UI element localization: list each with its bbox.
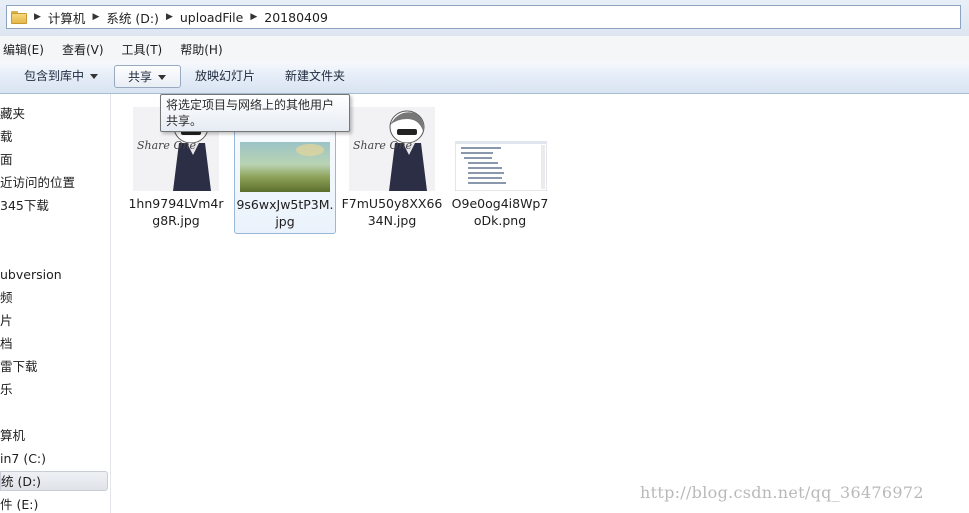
menu-tools[interactable]: 工具(T): [122, 41, 163, 58]
watermark-text: http://blog.csdn.net/qq_36476972: [640, 483, 924, 502]
chevron-down-icon: [158, 75, 167, 80]
nav-item-computer[interactable]: 算机: [0, 426, 25, 446]
nav-item-favorites[interactable]: 藏夹: [0, 104, 25, 124]
menu-bar: 编辑(E) 查看(V) 工具(T) 帮助(H): [0, 36, 969, 63]
include-in-library-label: 包含到库中: [24, 69, 85, 83]
nav-item-2345-downloads[interactable]: 345下载: [0, 196, 49, 216]
folder-icon: [11, 10, 27, 24]
file-name: O9e0og4i8Wp7oDk.png: [451, 196, 549, 228]
command-bar: 包含到库中 共享 放映幻灯片 新建文件夹: [0, 62, 969, 94]
thumb-text: Share One: [353, 139, 413, 152]
breadcrumb-uploadfile[interactable]: uploadFile: [180, 10, 244, 25]
nav-item-drive-d[interactable]: 统 (D:): [0, 471, 108, 491]
nav-item-desktop[interactable]: 面: [0, 150, 13, 170]
breadcrumb-20180409[interactable]: 20180409: [264, 10, 328, 25]
image-thumbnail: [455, 141, 547, 191]
menu-view[interactable]: 查看(V): [62, 41, 104, 58]
file-name: 9s6wxJw5tP3M.jpg: [236, 197, 334, 229]
nav-item-drive-e[interactable]: 件 (E:): [0, 495, 38, 513]
nav-item-downloads[interactable]: 载: [0, 127, 13, 147]
image-thumbnail: Share One: [349, 107, 435, 191]
chevron-down-icon: [90, 74, 99, 79]
address-bar-area: ▶ 计算机 ▶ 系统 (D:) ▶ uploadFile ▶ 20180409: [0, 0, 969, 36]
nav-item-documents[interactable]: 档: [0, 334, 13, 354]
chevron-right-icon[interactable]: ▶: [92, 12, 99, 22]
file-list-view[interactable]: Share One 1hn9794LVm4rg8R.jpg 9s6wxJw5tP…: [111, 94, 969, 513]
include-in-library-button[interactable]: 包含到库中: [18, 65, 104, 88]
nav-item-pictures[interactable]: 片: [0, 311, 13, 331]
breadcrumb-computer[interactable]: 计算机: [48, 8, 86, 27]
menu-edit[interactable]: 编辑(E): [3, 41, 44, 58]
breadcrumb-drive-d[interactable]: 系统 (D:): [106, 8, 159, 27]
nav-item-thunder-downloads[interactable]: 雷下载: [0, 357, 38, 377]
nav-item-music[interactable]: 乐: [0, 380, 13, 400]
thumb-text: Share One: [137, 139, 197, 152]
menu-help[interactable]: 帮助(H): [180, 41, 222, 58]
chevron-right-icon[interactable]: ▶: [34, 12, 41, 22]
nav-item-videos[interactable]: 频: [0, 288, 13, 308]
file-name: 1hn9794LVm4rg8R.jpg: [128, 196, 224, 228]
file-name: F7mU50y8XX6634N.jpg: [341, 196, 443, 228]
new-folder-button[interactable]: 新建文件夹: [279, 65, 351, 88]
file-item[interactable]: Share One F7mU50y8XX6634N.jpg: [341, 99, 443, 233]
share-button[interactable]: 共享: [114, 65, 181, 88]
nav-item-recent-places[interactable]: 近访问的位置: [0, 173, 75, 193]
chevron-right-icon[interactable]: ▶: [250, 12, 257, 22]
chevron-right-icon[interactable]: ▶: [166, 12, 173, 22]
share-tooltip: 将选定项目与网络上的其他用户共享。: [160, 94, 350, 132]
address-bar[interactable]: ▶ 计算机 ▶ 系统 (D:) ▶ uploadFile ▶ 20180409: [6, 5, 961, 29]
nav-item-subversion[interactable]: ubversion: [0, 265, 62, 285]
share-label: 共享: [128, 70, 153, 84]
image-thumbnail: [240, 142, 330, 192]
slideshow-button[interactable]: 放映幻灯片: [189, 65, 261, 88]
nav-item-drive-c[interactable]: in7 (C:): [0, 449, 46, 469]
navigation-pane: 藏夹 载 面 近访问的位置 345下载 ubversion 频 片 档 雷下载 …: [0, 94, 111, 513]
file-item[interactable]: O9e0og4i8Wp7oDk.png: [449, 99, 551, 233]
